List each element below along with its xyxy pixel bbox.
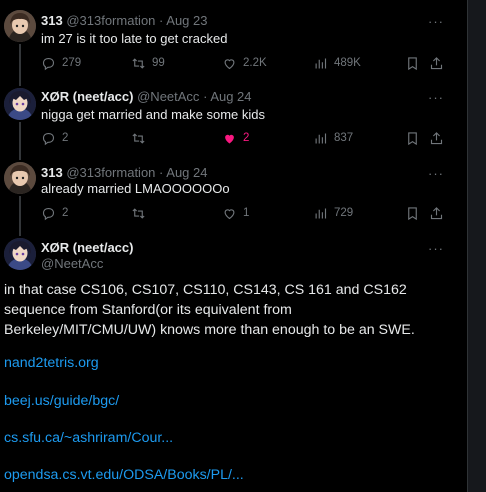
- thread-line: [19, 122, 21, 160]
- display-name[interactable]: 313: [41, 13, 63, 28]
- reply-icon: [42, 207, 55, 220]
- more-horizontal-icon[interactable]: ···: [428, 15, 444, 28]
- bookmark-icon: [408, 56, 417, 70]
- tweet-text: nigga get married and make some kids: [41, 107, 266, 122]
- like-button[interactable]: 2: [222, 130, 249, 146]
- tweet-text: im 27 is it too late to get cracked: [41, 31, 228, 46]
- avatar[interactable]: [4, 162, 36, 194]
- display-name[interactable]: XØR (neet/acc): [41, 89, 133, 104]
- views-icon: [315, 133, 327, 143]
- share-button[interactable]: [429, 205, 444, 221]
- reply-count: 279: [62, 57, 82, 69]
- views-button[interactable]: 837: [313, 130, 353, 146]
- timestamp[interactable]: Aug 24: [210, 89, 251, 104]
- heart-icon: [225, 134, 234, 143]
- share-button[interactable]: [429, 55, 444, 71]
- views-button[interactable]: 489K: [313, 55, 361, 71]
- tweet-actions: 279 99 2.2K 489K: [41, 55, 451, 71]
- bookmark-icon: [408, 131, 417, 145]
- retweet-count: 99: [152, 57, 165, 69]
- share-icon: [430, 56, 443, 69]
- timestamp[interactable]: Aug 24: [166, 165, 207, 180]
- tweet-actions: 2 2 837: [41, 130, 451, 146]
- anime-avatar-xor-icon: [4, 88, 36, 120]
- thread-line: [19, 44, 21, 86]
- avatar[interactable]: [4, 238, 36, 270]
- separator: ·: [203, 89, 208, 104]
- tweet-text: already married LMAOOOOOOo: [41, 181, 230, 196]
- separator: ·: [159, 165, 164, 180]
- retweet-button[interactable]: [131, 205, 152, 221]
- like-button[interactable]: 2.2K: [222, 55, 267, 71]
- tweet-text: in that case CS106, CS107, CS110, CS143,…: [4, 282, 415, 338]
- bookmark-button[interactable]: [405, 55, 420, 71]
- tweet-actions: 2 1 729: [41, 205, 451, 221]
- reply-icon: [42, 132, 55, 145]
- tweet-header: 313 @313formation · Aug 23: [41, 13, 207, 28]
- handle[interactable]: @NeetAcc: [137, 89, 199, 104]
- link-opendsa-book[interactable]: opendsa.cs.vt.edu/ODSA/Books/PL/...: [4, 467, 244, 483]
- view-count: 837: [334, 132, 354, 144]
- display-name[interactable]: XØR (neet/acc): [41, 240, 133, 255]
- avatar[interactable]: [4, 88, 36, 120]
- link-sfu-course[interactable]: cs.sfu.ca/~ashriram/Cour...: [4, 430, 173, 446]
- heart-icon: [224, 208, 235, 219]
- retweet-button[interactable]: [131, 130, 152, 146]
- more-horizontal-icon[interactable]: ···: [428, 91, 444, 104]
- handle[interactable]: @313formation: [66, 13, 155, 28]
- reply-button[interactable]: 279: [41, 55, 81, 71]
- reply-button[interactable]: 2: [41, 130, 68, 146]
- view-count: 489K: [334, 57, 361, 69]
- like-button[interactable]: 1: [222, 205, 249, 221]
- anime-avatar-313-icon: [4, 10, 36, 42]
- view-count: 729: [334, 207, 354, 219]
- reply-count: 2: [62, 132, 69, 144]
- handle[interactable]: @313formation: [66, 165, 155, 180]
- separator: ·: [159, 13, 164, 28]
- reply-count: 2: [62, 207, 69, 219]
- views-icon: [315, 208, 327, 218]
- share-icon: [430, 206, 443, 219]
- more-horizontal-icon[interactable]: ···: [428, 167, 444, 180]
- reply-icon: [42, 57, 55, 70]
- bookmark-button[interactable]: [405, 205, 420, 221]
- timestamp[interactable]: Aug 23: [166, 13, 207, 28]
- avatar[interactable]: [4, 10, 36, 42]
- like-count: 1: [243, 207, 250, 219]
- heart-icon: [224, 58, 235, 69]
- thread-line: [19, 196, 21, 236]
- bookmark-icon: [408, 206, 417, 220]
- timeline-column: 313 @313formation · Aug 23 ··· im 27 is …: [0, 0, 467, 492]
- like-count: 2.2K: [243, 57, 267, 69]
- anime-avatar-xor-icon: [4, 238, 36, 270]
- link-beej-guide[interactable]: beej.us/guide/bgc/: [4, 393, 119, 409]
- retweet-button[interactable]: 99: [131, 55, 165, 71]
- share-button[interactable]: [429, 130, 444, 146]
- more-horizontal-icon[interactable]: ···: [428, 242, 444, 255]
- reply-button[interactable]: 2: [41, 205, 68, 221]
- share-icon: [430, 131, 443, 144]
- handle[interactable]: @NeetAcc: [41, 256, 103, 271]
- views-button[interactable]: 729: [313, 205, 353, 221]
- like-count: 2: [243, 132, 250, 144]
- side-panel: [468, 0, 486, 492]
- bookmark-button[interactable]: [405, 130, 420, 146]
- views-icon: [315, 58, 327, 68]
- display-name[interactable]: 313: [41, 165, 63, 180]
- tweet-header: 313 @313formation · Aug 24: [41, 165, 207, 180]
- retweet-icon: [132, 57, 145, 69]
- retweet-icon: [132, 207, 145, 219]
- anime-avatar-313-icon: [4, 162, 36, 194]
- retweet-icon: [132, 132, 145, 144]
- link-nand2tetris[interactable]: nand2tetris.org: [4, 355, 99, 371]
- tweet-header: XØR (neet/acc) @NeetAcc · Aug 24: [41, 89, 252, 104]
